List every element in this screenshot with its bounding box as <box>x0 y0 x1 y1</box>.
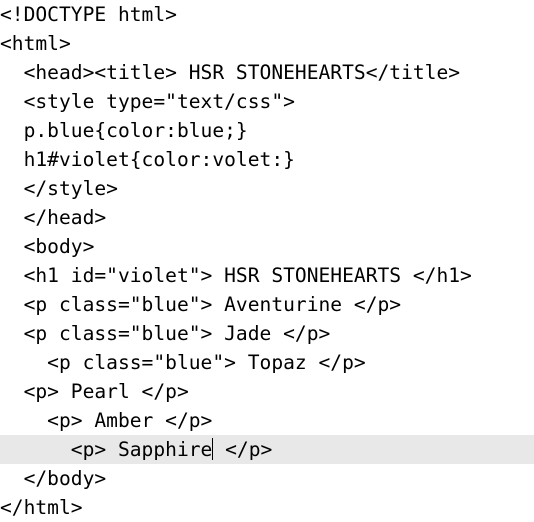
code-line-text: <p class="blue"> Jade </p> <box>0 322 331 345</box>
code-line-text: <p> Sapphire <box>0 438 213 461</box>
code-line-15[interactable]: <p> Amber </p> <box>0 406 534 435</box>
code-line-text-after-caret: </p> <box>213 438 273 461</box>
code-line-11[interactable]: <p class="blue"> Aventurine </p> <box>0 290 534 319</box>
code-line-8[interactable]: </head> <box>0 203 534 232</box>
code-line-2[interactable]: <html> <box>0 29 534 58</box>
code-line-3[interactable]: <head><title> HSR STONEHEARTS</title> <box>0 58 534 87</box>
code-editor[interactable]: <!DOCTYPE html> <html> <head><title> HSR… <box>0 0 534 522</box>
code-line-6[interactable]: h1#violet{color:volet:} <box>0 145 534 174</box>
code-line-12[interactable]: <p class="blue"> Jade </p> <box>0 319 534 348</box>
code-line-13[interactable]: <p class="blue"> Topaz </p> <box>0 348 534 377</box>
code-line-5[interactable]: p.blue{color:blue;} <box>0 116 534 145</box>
code-line-1[interactable]: <!DOCTYPE html> <box>0 0 534 29</box>
code-line-18[interactable]: </html> <box>0 493 534 522</box>
code-line-text: <p class="blue"> Aventurine </p> <box>0 293 402 316</box>
code-line-17[interactable]: </body> <box>0 464 534 493</box>
code-line-text: <p class="blue"> Topaz </p> <box>0 351 366 374</box>
code-line-text: h1#violet{color:volet:} <box>0 148 295 171</box>
code-line-text: <style type="text/css"> <box>0 90 295 113</box>
code-line-text: <head><title> HSR STONEHEARTS</title> <box>0 61 461 84</box>
code-line-text: <html> <box>0 32 71 55</box>
code-line-text: <body> <box>0 235 95 258</box>
code-line-text: <p> Pearl </p> <box>0 380 189 403</box>
code-line-text: p.blue{color:blue;} <box>0 119 248 142</box>
code-line-text: <h1 id="violet"> HSR STONEHEARTS </h1> <box>0 264 472 287</box>
code-line-text: <p> Amber </p> <box>0 409 213 432</box>
code-line-text: <!DOCTYPE html> <box>0 3 177 26</box>
code-line-text: </head> <box>0 206 107 229</box>
code-line-7[interactable]: </style> <box>0 174 534 203</box>
code-line-4[interactable]: <style type="text/css"> <box>0 87 534 116</box>
code-line-10[interactable]: <h1 id="violet"> HSR STONEHEARTS </h1> <box>0 261 534 290</box>
code-line-text: </body> <box>0 467 107 490</box>
code-line-9[interactable]: <body> <box>0 232 534 261</box>
code-line-text: </style> <box>0 177 118 200</box>
code-line-14[interactable]: <p> Pearl </p> <box>0 377 534 406</box>
code-line-text: </html> <box>0 496 83 519</box>
code-line-16-current[interactable]: <p> Sapphire </p> <box>0 435 534 464</box>
